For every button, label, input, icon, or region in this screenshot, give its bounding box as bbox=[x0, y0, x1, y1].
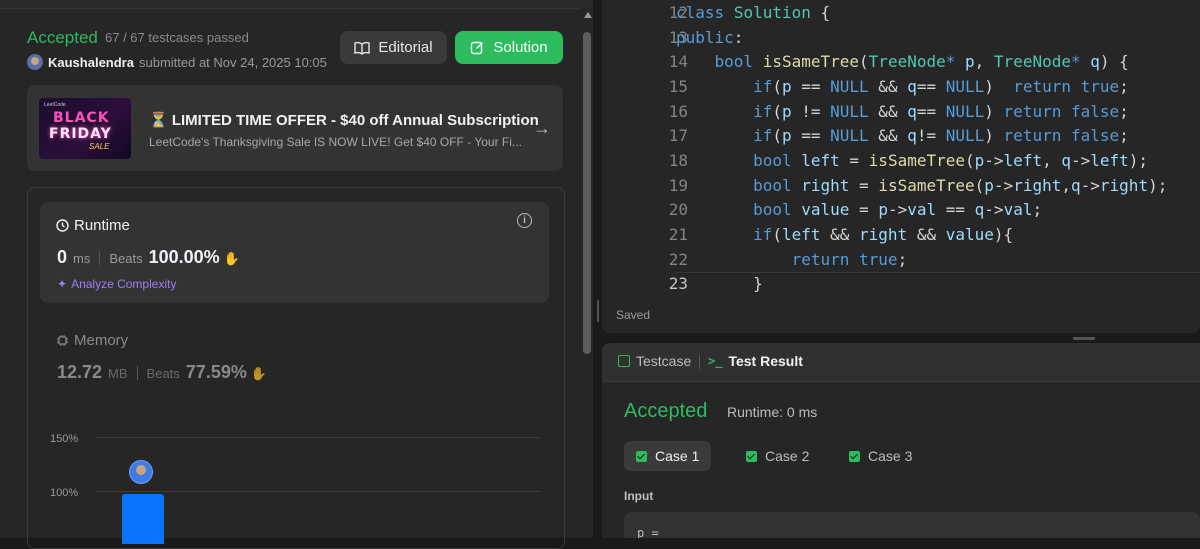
chart-gridline bbox=[95, 437, 540, 438]
sparkle-icon: ✦ bbox=[57, 277, 68, 291]
code-line: bool isSameTree(TreeNode* p, TreeNode* q… bbox=[714, 52, 1129, 71]
clap-icon: ✋ bbox=[250, 366, 268, 381]
panel-header-strip bbox=[0, 0, 593, 9]
arrow-right-icon[interactable]: → bbox=[533, 118, 551, 139]
checkbox-icon bbox=[618, 355, 630, 367]
tab-test-result[interactable]: >_ Test Result bbox=[708, 353, 803, 369]
runtime-value-row: 0 ms Beats 100.00% ✋ bbox=[57, 247, 240, 268]
your-position-avatar bbox=[129, 460, 153, 484]
promo-image-word-1: BLACK bbox=[53, 110, 110, 126]
chip-icon bbox=[57, 335, 68, 346]
memory-unit: MB bbox=[108, 366, 128, 381]
code-line: } bbox=[676, 274, 763, 293]
chart-gridline bbox=[95, 491, 540, 492]
clock-icon bbox=[56, 219, 69, 232]
code-line: if(p == NULL && q!= NULL) return false; bbox=[753, 126, 1129, 145]
memory-beats-value: 77.59% bbox=[185, 362, 247, 382]
promo-image-brand: LeetCode bbox=[44, 102, 66, 108]
solution-button[interactable]: Solution bbox=[455, 31, 563, 64]
terminal-icon: >_ bbox=[708, 354, 723, 368]
scroll-up-arrow-icon[interactable] bbox=[584, 12, 592, 18]
code-line: bool left = isSameTree(p->left, q->left)… bbox=[753, 151, 1149, 170]
check-icon bbox=[849, 450, 860, 462]
tab-result-label: Test Result bbox=[728, 353, 803, 369]
memory-beats-label: Beats bbox=[146, 366, 180, 381]
tab-testcase[interactable]: Testcase bbox=[618, 353, 691, 369]
promo-image-word-2: FRIDAY bbox=[49, 126, 112, 142]
case-label: Case 1 bbox=[655, 448, 700, 464]
runtime-beats-value: 100.00% bbox=[148, 247, 220, 267]
submitted-time: submitted at Nov 24, 2025 10:05 bbox=[138, 54, 327, 70]
memory-title[interactable]: Memory bbox=[56, 332, 128, 349]
clap-icon: ✋ bbox=[223, 251, 240, 266]
divider bbox=[136, 365, 138, 380]
testcases-passed: 67 / 67 testcases passed bbox=[105, 30, 249, 45]
promo-subtitle: LeetCode's Thanksgiving Sale IS NOW LIVE… bbox=[149, 135, 522, 149]
divider bbox=[99, 250, 101, 265]
input-label: Input bbox=[624, 489, 654, 503]
runtime-value: 0 bbox=[57, 247, 68, 267]
memory-value-row: 12.72 MB Beats 77.59% ✋ bbox=[57, 362, 267, 383]
scrollbar-thumb[interactable] bbox=[583, 32, 591, 354]
code-area[interactable]: 12 class Solution { 13 public: 14 bool i… bbox=[602, 0, 1200, 295]
distribution-bar[interactable] bbox=[122, 494, 164, 544]
tab-testcase-label: Testcase bbox=[636, 353, 692, 369]
result-runtime: Runtime: 0 ms bbox=[727, 404, 818, 420]
analyze-label: Analyze Complexity bbox=[71, 277, 177, 291]
chart-tick-label: 150% bbox=[50, 433, 79, 445]
code-line: class Solution { bbox=[676, 3, 831, 22]
code-line: bool value = p->val == q->val; bbox=[753, 200, 1043, 219]
runtime-beats-label: Beats bbox=[109, 251, 143, 266]
user-avatar[interactable] bbox=[27, 54, 43, 70]
case-tab-3[interactable]: Case 3 bbox=[837, 441, 924, 471]
solution-label: Solution bbox=[493, 39, 548, 56]
analyze-complexity-link[interactable]: ✦ Analyze Complexity bbox=[57, 277, 176, 291]
check-icon bbox=[746, 450, 757, 462]
code-line: return true; bbox=[791, 250, 908, 269]
memory-value: 12.72 bbox=[57, 362, 103, 382]
promo-banner[interactable]: LeetCode BLACK FRIDAY SALE ⏳ LIMITED TIM… bbox=[27, 85, 563, 171]
code-line: if(p != NULL && q== NULL) return false; bbox=[753, 102, 1129, 121]
memory-label: Memory bbox=[74, 332, 129, 349]
book-icon bbox=[354, 41, 371, 55]
code-line: if(p == NULL && q== NULL) return true; bbox=[753, 77, 1129, 96]
editorial-label: Editorial bbox=[378, 39, 433, 56]
promo-image-word-3: SALE bbox=[89, 142, 110, 151]
case-tab-2[interactable]: Case 2 bbox=[734, 441, 821, 471]
saved-status: Saved bbox=[616, 308, 651, 322]
runtime-label: Runtime bbox=[74, 217, 130, 234]
code-editor[interactable]: 12 class Solution { 13 public: 14 bool i… bbox=[602, 0, 1200, 333]
result-tab-bar: Testcase >_ Test Result bbox=[602, 343, 1200, 382]
code-line: public: bbox=[676, 28, 744, 47]
result-status: Accepted bbox=[624, 400, 708, 422]
case-label: Case 3 bbox=[868, 448, 913, 464]
editor-resize-handle[interactable] bbox=[1073, 337, 1095, 340]
submitter-row: Kaushalendra submitted at Nov 24, 2025 1… bbox=[27, 53, 327, 71]
black-friday-image: LeetCode BLACK FRIDAY SALE bbox=[39, 98, 131, 159]
runtime-title: Runtime bbox=[56, 217, 130, 234]
promo-title: ⏳ LIMITED TIME OFFER - $40 off Annual Su… bbox=[149, 112, 539, 129]
test-result-panel: Testcase >_ Test Result Accepted Runtime… bbox=[602, 343, 1200, 538]
code-line: if(left && right && value){ bbox=[753, 225, 1014, 244]
tab-divider bbox=[699, 355, 700, 369]
case-label: Case 2 bbox=[765, 448, 810, 464]
chart-tick-label: 100% bbox=[50, 487, 79, 499]
input-value: p = bbox=[637, 526, 659, 538]
input-box[interactable] bbox=[624, 512, 1200, 538]
case-tab-1[interactable]: Case 1 bbox=[624, 441, 712, 471]
runtime-unit: ms bbox=[73, 251, 91, 266]
info-icon[interactable]: i bbox=[517, 213, 532, 228]
panel-resize-handle[interactable] bbox=[597, 300, 599, 322]
username-link[interactable]: Kaushalendra bbox=[48, 55, 134, 70]
edit-icon bbox=[471, 41, 484, 55]
code-line: bool right = isSameTree(p->right,q->righ… bbox=[753, 176, 1168, 195]
submission-status: Accepted bbox=[27, 28, 98, 47]
editorial-button[interactable]: Editorial bbox=[340, 31, 447, 64]
check-icon bbox=[636, 450, 647, 462]
